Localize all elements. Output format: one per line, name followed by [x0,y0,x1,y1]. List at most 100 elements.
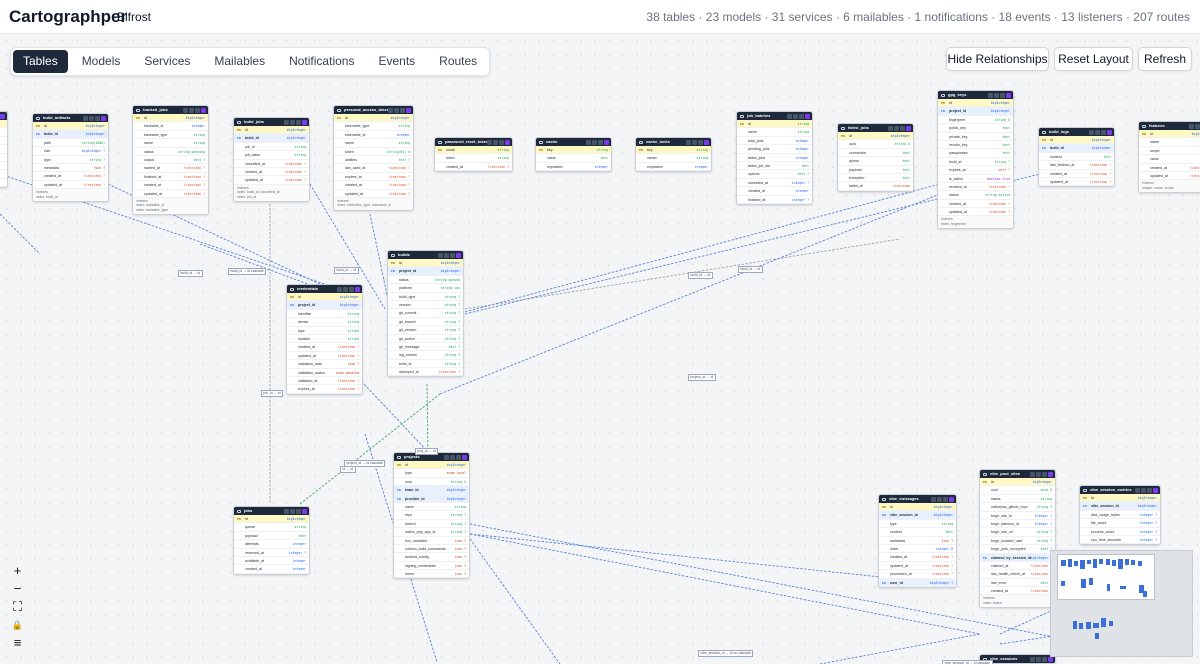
table-header[interactable]: cache_locks [636,138,711,146]
table-header[interactable]: build_jobs [234,118,309,126]
eye-icon[interactable] [189,107,194,113]
eye-icon[interactable] [493,139,498,145]
edit-icon[interactable] [1147,487,1152,493]
relationship-edge[interactable] [469,538,561,664]
link-icon[interactable] [302,508,307,514]
relationship-edge[interactable] [464,183,941,313]
edit-icon[interactable] [456,454,461,460]
table-failed-jobs[interactable]: failed_jobs PK id bigInteger uuid string U con… [837,123,914,192]
eye-icon[interactable] [1141,487,1146,493]
copy-icon[interactable] [183,107,188,113]
eye-icon[interactable] [394,107,399,113]
table-cache-locks[interactable]: cache_locks PK key string owner string expirat… [635,137,712,173]
edit-icon[interactable] [1042,656,1047,662]
link-icon[interactable] [355,286,360,292]
edit-icon[interactable] [95,115,100,121]
copy-icon[interactable] [337,286,342,292]
eye-icon[interactable] [592,139,597,145]
copy-icon[interactable] [438,252,443,258]
table-header[interactable]: tracked_jobs [133,106,208,114]
link-icon[interactable] [949,496,954,502]
edit-icon[interactable] [296,508,301,514]
table-header[interactable]: jobs [234,507,309,515]
menu-button[interactable]: ≡ [8,634,27,652]
eye-icon[interactable] [89,115,94,121]
eye-icon[interactable] [894,125,899,131]
eye-icon[interactable] [444,252,449,258]
edit-icon[interactable] [400,107,405,113]
table-job-batches[interactable]: job_batches PK id string name string total_job… [736,111,813,205]
zoom-out-button[interactable]: − [8,580,27,598]
copy-icon[interactable] [1030,471,1035,477]
link-icon[interactable] [1006,92,1011,98]
link-icon[interactable] [1048,656,1053,662]
edit-icon[interactable] [698,139,703,145]
fit-view-button[interactable]: ⛶ [8,598,27,616]
copy-icon[interactable] [83,115,88,121]
edit-icon[interactable] [349,286,354,292]
link-icon[interactable] [456,252,461,258]
table-header[interactable]: job_batches [737,112,812,120]
link-icon[interactable] [1107,129,1112,135]
eye-icon[interactable] [290,119,295,125]
table-build-logs[interactable]: build_logs PK id bigInteger FK build_id bigInt… [1038,127,1115,188]
eye-icon[interactable] [1095,129,1100,135]
link-icon[interactable] [0,113,5,119]
table-tracked-jobs[interactable]: tracked_jobs PK id bigInteger trackable_id in… [132,105,209,216]
edit-icon[interactable] [1000,92,1005,98]
link-icon[interactable] [1048,471,1053,477]
table-build-jobs[interactable]: build_jobs PK id bigInteger FK build_id bigInt… [233,117,310,202]
tab-models[interactable]: Models [72,50,131,73]
link-icon[interactable] [201,107,206,113]
reset-layout-button[interactable]: Reset Layout [1054,47,1133,71]
eye-icon[interactable] [1036,471,1041,477]
relationship-edge[interactable] [0,213,41,255]
tab-services[interactable]: Services [134,50,200,73]
table-jobs[interactable]: jobs PK id bigInteger queue string payload text… [233,506,310,575]
eye-icon[interactable] [290,508,295,514]
table-header[interactable]: vibe_session_metrics [1080,486,1160,494]
edit-icon[interactable] [799,113,804,119]
eye-icon[interactable] [994,92,999,98]
copy-icon[interactable] [888,125,893,131]
edit-icon[interactable] [598,139,603,145]
refresh-button[interactable]: Refresh [1138,47,1192,71]
table-cache[interactable]: cache PK key string value text expiration integ… [535,137,612,173]
minimap[interactable] [1050,550,1193,657]
link-icon[interactable] [406,107,411,113]
tab-events[interactable]: Events [368,50,425,73]
link-icon[interactable] [604,139,609,145]
table-features[interactable]: featuresPKid bigInteger namestringscopestr… [1138,121,1200,194]
link-icon[interactable] [302,119,307,125]
edit-icon[interactable] [943,496,948,502]
tab-mailables[interactable]: Mailables [204,50,275,73]
table-vibe-pool-sites[interactable]: vibe_pool_sites PK id bigInteger uuid uuid U s… [979,469,1056,609]
copy-icon[interactable] [284,119,289,125]
edit-icon[interactable] [1042,471,1047,477]
copy-icon[interactable] [787,113,792,119]
tab-routes[interactable]: Routes [429,50,487,73]
hide-relationships-button[interactable]: Hide Relationships [946,47,1049,71]
tab-tables[interactable]: Tables [13,50,68,73]
link-icon[interactable] [906,125,911,131]
table-builds[interactable]: builds PK id bigInteger FK project_id bigInteg… [387,250,464,378]
link-icon[interactable] [704,139,709,145]
table-credentials[interactable]: credentials PK id bigInteger FK project_id big… [286,284,363,395]
eye-icon[interactable] [1195,123,1200,129]
link-icon[interactable] [462,454,467,460]
table-vibe-messages[interactable]: vibe_messages PK id bigInteger FK vibe_sessio… [878,494,957,588]
copy-icon[interactable] [1030,656,1035,662]
table-personal-access-tokens[interactable]: personal_access_tokens PK id bigInteger toke… [333,105,414,211]
copy-icon[interactable] [1189,123,1194,129]
copy-icon[interactable] [388,107,393,113]
edit-icon[interactable] [296,119,301,125]
copy-icon[interactable] [284,508,289,514]
link-icon[interactable] [101,115,106,121]
copy-icon[interactable] [444,454,449,460]
table-header[interactable]: gpg_keys [938,91,1013,99]
edit-icon[interactable] [450,252,455,258]
table-gpg-keys[interactable]: gpg_keys PK id bigInteger FK project_id bigInt… [937,90,1014,230]
copy-icon[interactable] [686,139,691,145]
relationship-edge[interactable] [464,238,901,310]
table-projects[interactable]: projects PK id bigInteger type enum local uuid… [393,452,470,580]
